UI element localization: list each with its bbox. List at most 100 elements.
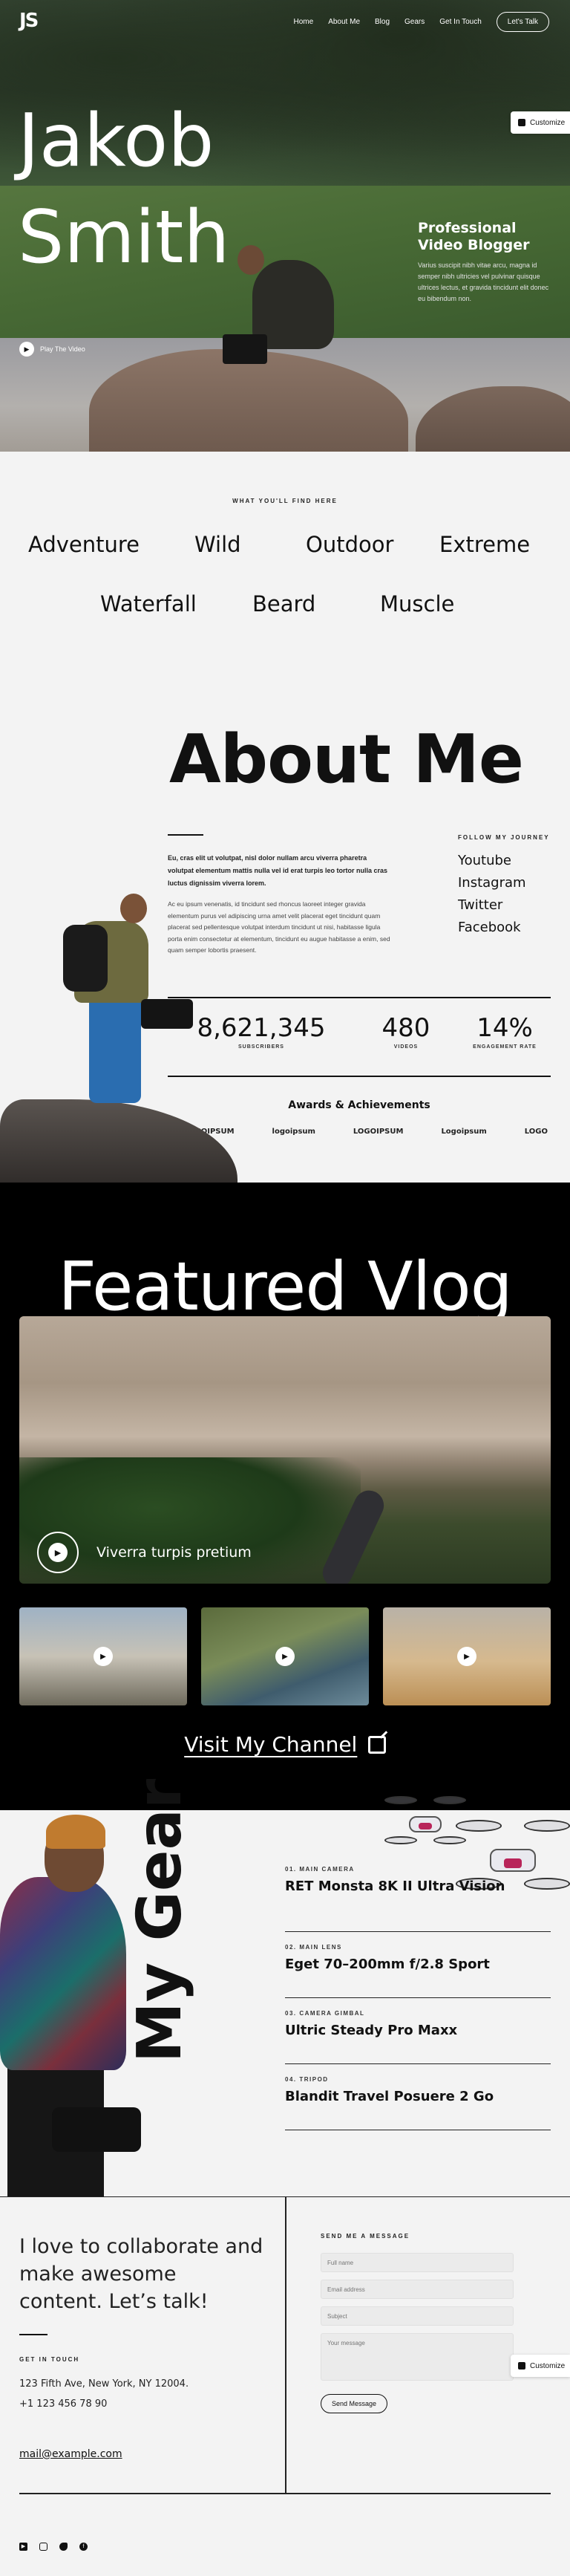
contact-form: SEND ME A MESSAGE Send Message: [321, 2233, 514, 2413]
featured-video-caption: Viverra turpis pretium: [96, 1544, 252, 1561]
about-section: About Me Eu, cras elit ut volutpat, nisl…: [0, 698, 570, 1188]
video-thumbnail-play-icon: ▶: [457, 1647, 476, 1666]
video-thumbnail-1[interactable]: ▶: [19, 1607, 187, 1705]
contact-divider-horizontal: [19, 2493, 551, 2494]
contact-email-link[interactable]: mail@example.com: [19, 2448, 122, 2460]
video-thumbnail-2[interactable]: ▶: [201, 1607, 369, 1705]
nav-gears[interactable]: Gears: [404, 18, 425, 26]
nav-get-in-touch[interactable]: Get In Touch: [439, 18, 482, 26]
partner-logo: Logoipsum: [441, 1128, 487, 1136]
contact-heading: I love to collaborate and make awesome c…: [19, 2235, 263, 2313]
customize-icon: [518, 119, 525, 126]
visit-channel-link[interactable]: Visit My Channel: [184, 1732, 357, 1757]
play-icon: ▶: [19, 342, 34, 357]
play-video-button[interactable]: ▶ Play The Video: [19, 342, 85, 357]
hero-subtitle-block: Professional Video Blogger Varius suscip…: [418, 220, 551, 305]
contact-section: I love to collaborate and make awesome c…: [0, 2196, 570, 2576]
topic-wild: Wild: [194, 532, 241, 557]
hero-section: JS Home About Me Blog Gears Get In Touch…: [0, 0, 570, 452]
topic-waterfall: Waterfall: [100, 591, 197, 617]
gear-item: 03. CAMERA GIMBAL Ultric Steady Pro Maxx: [285, 1998, 551, 2064]
gear-item-name: Blandit Travel Posuere 2 Go: [285, 2089, 494, 2104]
follow-instagram-link[interactable]: Instagram: [458, 875, 550, 891]
gear-title: My Gear: [125, 1778, 195, 2063]
external-link-icon: [367, 1736, 386, 1754]
topic-beard: Beard: [252, 591, 316, 617]
featured-video-play-icon[interactable]: ▶: [37, 1532, 79, 1573]
get-in-touch-label: GET IN TOUCH: [19, 2356, 80, 2363]
message-field[interactable]: [321, 2333, 514, 2381]
featured-vlog-section: Featured Vlog ▶ Viverra turpis pretium ▶…: [0, 1183, 570, 1810]
nav-blog[interactable]: Blog: [375, 18, 390, 26]
about-title: About Me: [169, 721, 524, 799]
twitter-icon[interactable]: [59, 2543, 68, 2551]
contact-address: 123 Fifth Ave, New York, NY 12004.: [19, 2378, 189, 2390]
stat-videos-label: VIDEOS: [393, 1044, 419, 1050]
hero-person-image: [223, 245, 349, 386]
stat-engagement-label: ENGAGEMENT RATE: [473, 1044, 537, 1050]
send-message-button[interactable]: Send Message: [321, 2394, 388, 2413]
topic-outdoor: Outdoor: [306, 532, 394, 557]
customize-icon: [518, 2362, 525, 2370]
gear-item-name: Eget 70–200mm f/2.8 Sport: [285, 1957, 490, 1972]
stat-videos: 480 VIDEOS: [365, 1013, 447, 1050]
follow-youtube-link[interactable]: Youtube: [458, 853, 550, 868]
gear-item: 01. MAIN CAMERA RET Monsta 8K II Ultra V…: [285, 1866, 551, 1932]
gear-section: My Gear 01. MAIN CAMERA RET Monsta 8K II…: [0, 1779, 570, 2196]
hero-title-last: Smith: [18, 195, 230, 280]
gear-list: 01. MAIN CAMERA RET Monsta 8K II Ultra V…: [285, 1866, 551, 2130]
youtube-icon[interactable]: ▶: [19, 2543, 27, 2551]
gear-item-name: RET Monsta 8K II Ultra Vision: [285, 1879, 505, 1894]
customize-label: Customize: [530, 2361, 566, 2370]
lets-talk-button[interactable]: Let's Talk: [496, 12, 549, 32]
contact-phone[interactable]: +1 123 456 78 90: [19, 2394, 189, 2414]
featured-video[interactable]: ▶ Viverra turpis pretium: [19, 1316, 551, 1584]
page: JS Home About Me Blog Gears Get In Touch…: [0, 0, 570, 2576]
contact-form-label: SEND ME A MESSAGE: [321, 2233, 410, 2240]
hero-subtitle: Professional Video Blogger: [418, 220, 530, 253]
about-divider: [168, 834, 203, 836]
visit-channel: Visit My Channel: [0, 1732, 570, 1757]
play-video-label: Play The Video: [40, 345, 85, 353]
video-thumbnail-3[interactable]: ▶: [383, 1607, 551, 1705]
facebook-icon[interactable]: f: [79, 2543, 88, 2551]
follow-twitter-link[interactable]: Twitter: [458, 897, 550, 913]
hero-text: Varius suscipit nibh vitae arcu, magna i…: [418, 261, 549, 302]
vlog-title: Featured Vlog: [58, 1248, 513, 1326]
footer-social-icons: ▶ f: [19, 2543, 88, 2551]
customize-button[interactable]: Customize: [511, 2355, 570, 2377]
contact-divider-vertical: [285, 2197, 286, 2494]
gear-item-number: 04. TRIPOD: [285, 2076, 329, 2083]
full-name-field[interactable]: [321, 2253, 514, 2272]
video-thumbnail-play-icon: ▶: [275, 1647, 295, 1666]
gear-item-name: Ultric Steady Pro Maxx: [285, 2023, 458, 2038]
topic-extreme: Extreme: [439, 532, 531, 557]
stat-engagement-value: 14%: [476, 1013, 533, 1043]
video-thumbnail-play-icon: ▶: [94, 1647, 113, 1666]
gear-item: 02. MAIN LENS Eget 70–200mm f/2.8 Sport: [285, 1932, 551, 1998]
partner-logo: logoipsum: [272, 1128, 315, 1136]
gear-item: 04. TRIPOD Blandit Travel Posuere 2 Go: [285, 2064, 551, 2130]
email-field[interactable]: [321, 2280, 514, 2299]
stat-videos-value: 480: [381, 1013, 430, 1043]
follow-facebook-link[interactable]: Facebook: [458, 920, 550, 935]
drone-image: [384, 1789, 466, 1856]
topic-muscle: Muscle: [380, 591, 455, 617]
hero-title: Jakob Smith: [18, 93, 229, 286]
contact-divider-short: [19, 2334, 48, 2335]
nav-home[interactable]: Home: [294, 18, 314, 26]
contact-details: 123 Fifth Ave, New York, NY 12004. +1 12…: [19, 2374, 189, 2414]
site-logo[interactable]: JS: [19, 10, 39, 32]
hiker-image: [0, 880, 245, 1188]
customize-button[interactable]: Customize: [511, 111, 570, 134]
follow-journey: FOLLOW MY JOURNEY Youtube Instagram Twit…: [458, 834, 550, 942]
topics-eyebrow: WHAT YOU'LL FIND HERE: [232, 498, 338, 504]
nav-about[interactable]: About Me: [328, 18, 360, 26]
instagram-icon[interactable]: [39, 2543, 48, 2551]
partner-logo: LOGOIPSUM: [353, 1128, 404, 1136]
gear-item-number: 02. MAIN LENS: [285, 1944, 342, 1951]
subject-field[interactable]: [321, 2306, 514, 2326]
stat-engagement: 14% ENGAGEMENT RATE: [460, 1013, 549, 1050]
follow-label: FOLLOW MY JOURNEY: [458, 834, 550, 841]
partner-logo: LOGO: [524, 1128, 548, 1136]
